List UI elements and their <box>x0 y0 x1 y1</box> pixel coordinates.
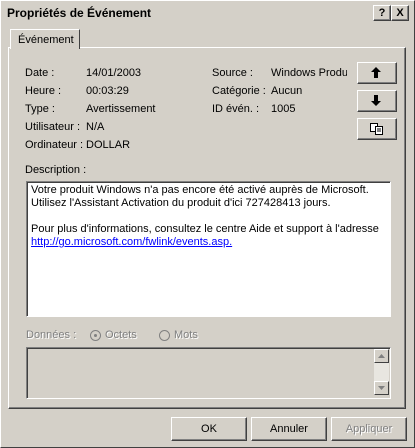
category-label: Catégorie : <box>212 85 266 97</box>
arrow-down-icon <box>371 95 381 106</box>
description-line-2: Utilisez l'Assistant Activation du produ… <box>31 197 331 209</box>
tab-label: Événement <box>18 34 74 46</box>
bytes-option-label: Octets <box>105 329 137 341</box>
scroll-up-icon <box>378 354 385 358</box>
bytes-radio <box>90 330 101 341</box>
help-link[interactable]: http://go.microsoft.com/fwlink/events.as… <box>31 236 232 248</box>
help-button[interactable]: ? <box>373 5 391 21</box>
user-label: Utilisateur : <box>25 121 81 133</box>
tab-evenement[interactable]: Événement <box>10 29 80 49</box>
cancel-button[interactable]: Annuler <box>251 417 327 441</box>
time-label: Heure : <box>25 85 62 97</box>
date-label: Date : <box>25 67 55 79</box>
data-box <box>26 347 391 399</box>
title-bar: Propriétés de Événement ? X <box>3 3 412 22</box>
arrow-up-icon <box>371 67 381 78</box>
computer-value: DOLLAR <box>86 139 131 151</box>
user-value: N/A <box>86 121 105 133</box>
description-label: Description : <box>25 164 87 176</box>
close-button[interactable]: X <box>391 5 409 21</box>
scroll-down-button[interactable] <box>374 381 389 395</box>
source-value: Windows Produ <box>271 67 347 79</box>
type-label: Type : <box>25 103 55 115</box>
event-id-label: ID évén. : <box>212 103 260 115</box>
previous-event-button[interactable] <box>357 62 397 84</box>
scroll-up-button[interactable] <box>374 349 389 363</box>
ok-button[interactable]: OK <box>171 417 247 441</box>
source-label: Source : <box>212 67 253 79</box>
data-scrollbar[interactable] <box>374 349 389 395</box>
category-value: Aucun <box>271 85 303 97</box>
description-line-1: Votre produit Windows n'a pas encore été… <box>31 184 369 196</box>
scroll-down-icon <box>378 386 385 390</box>
words-option-label: Mots <box>174 329 198 341</box>
next-event-button[interactable] <box>357 90 397 112</box>
time-value: 00:03:29 <box>86 85 129 97</box>
apply-button[interactable]: Appliquer <box>331 417 407 441</box>
words-radio <box>159 330 170 341</box>
event-id-value: 1005 <box>271 103 296 115</box>
copy-icon <box>370 123 383 135</box>
properties-window: Propriétés de Événement ? X Événement Da… <box>0 0 415 448</box>
type-value: Avertissement <box>86 103 156 115</box>
copy-button[interactable] <box>357 118 397 140</box>
data-label: Données : <box>26 329 77 341</box>
window-title: Propriétés de Événement <box>7 6 152 20</box>
description-line-3: Pour plus d'informations, consultez le c… <box>31 223 379 235</box>
description-textbox[interactable]: Votre produit Windows n'a pas encore été… <box>26 181 391 317</box>
date-value: 14/01/2003 <box>86 67 142 79</box>
computer-label: Ordinateur : <box>25 139 84 151</box>
